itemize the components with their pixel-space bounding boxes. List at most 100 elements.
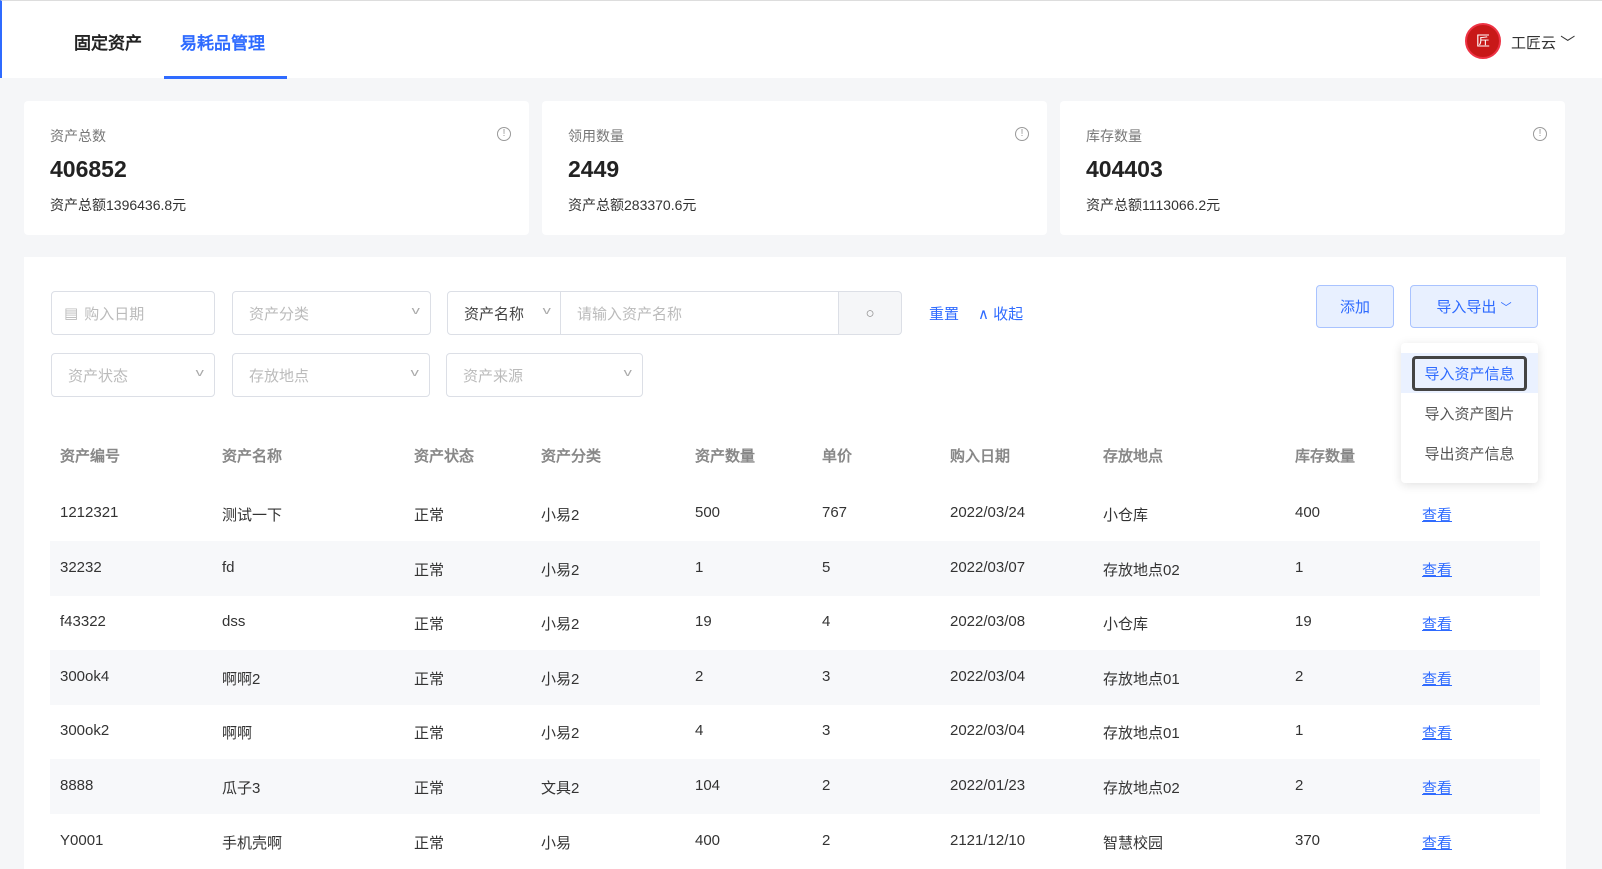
avatar-logo[interactable]: 匠 (1465, 23, 1501, 59)
table-cell: 2022/03/07 (950, 558, 1026, 576)
chevron-down-icon: ﹀ (1500, 301, 1512, 314)
table-row: 32232 fd 正常 小易2 1 5 2022/03/07 存放地点02 1 查看 (50, 540, 1540, 596)
user-name: 工匠云 (1511, 35, 1557, 52)
stat-sub: 资产总额1396436.8元 (50, 197, 187, 213)
user-menu[interactable]: 工匠云 ﹀ (1511, 32, 1575, 53)
location-placeholder: 存放地点 (249, 367, 310, 385)
table-cell: 手机壳啊 (222, 834, 283, 852)
collapse-link[interactable]: ∧ 收起 (978, 303, 1023, 324)
import-export-button[interactable]: 导入导出 ﹀ (1410, 285, 1538, 328)
chevron-down-icon: v (411, 305, 420, 317)
reset-link[interactable]: 重置 (929, 303, 959, 324)
chevron-down-icon: v (542, 305, 551, 317)
tab-consumables[interactable]: 易耗品管理 (180, 29, 265, 54)
table-cell: 104 (695, 777, 721, 794)
search-icon: ○ (865, 304, 875, 322)
stat-value: 404403 (1086, 156, 1163, 182)
source-placeholder: 资产来源 (463, 367, 524, 385)
info-icon[interactable]: ! (497, 127, 511, 141)
table-row: 300ok2 啊啊 正常 小易2 4 3 2022/03/04 存放地点01 1 查看 (50, 704, 1540, 759)
stat-value: 406852 (50, 156, 127, 182)
top-nav: 固定资产 易耗品管理 匠 工匠云 ﹀ (0, 0, 1602, 79)
table-cell: 8888 (60, 777, 94, 794)
calendar-icon: ▤ (64, 305, 79, 322)
source-select[interactable]: 资产来源 v (446, 353, 643, 397)
view-link[interactable]: 查看 (1422, 559, 1452, 580)
table-cell: 1 (1295, 722, 1304, 740)
import-export-label: 导入导出 (1436, 299, 1497, 316)
status-select[interactable]: 资产状态 v (51, 353, 215, 397)
menu-item-import-images[interactable]: 导入资产图片 (1401, 393, 1538, 433)
column-header: 单价 (822, 448, 853, 465)
view-link[interactable]: 查看 (1422, 668, 1452, 689)
info-icon[interactable]: ! (1533, 127, 1547, 141)
menu-item-export-info[interactable]: 导出资产信息 (1401, 433, 1538, 473)
table-cell: 1 (695, 558, 704, 576)
tab-fixed-assets[interactable]: 固定资产 (74, 29, 142, 54)
table-cell: 400 (1295, 504, 1321, 521)
view-link[interactable]: 查看 (1422, 613, 1452, 634)
collapse-label: 收起 (993, 306, 1024, 323)
table-cell: 正常 (414, 616, 445, 634)
date-placeholder: 购入日期 (84, 305, 145, 323)
column-header: 存放地点 (1103, 448, 1164, 465)
table-cell: 存放地点01 (1103, 725, 1180, 743)
table-cell: 500 (695, 504, 721, 521)
search-field-select[interactable]: 资产名称 v (447, 291, 562, 335)
table-cell: 2022/01/23 (950, 777, 1026, 794)
search-field-label: 资产名称 (464, 305, 525, 323)
table-cell: 2 (822, 831, 831, 849)
table-row: f43322 dss 正常 小易2 19 4 2022/03/08 小仓库 19 查看 (50, 595, 1540, 650)
view-link[interactable]: 查看 (1422, 777, 1452, 798)
table-cell: 4 (695, 722, 704, 740)
table-cell: 小易2 (541, 561, 580, 579)
asset-name-input[interactable]: 请输入资产名称 (560, 291, 840, 335)
table-cell: 正常 (414, 561, 445, 579)
category-select[interactable]: 资产分类 v (232, 291, 431, 335)
info-icon[interactable]: ! (1015, 127, 1029, 141)
table-cell: 小仓库 (1103, 616, 1149, 634)
chevron-up-icon: ∧ (978, 306, 994, 323)
table-cell: 存放地点01 (1103, 670, 1180, 688)
table-cell: 小易 (541, 834, 572, 852)
search-button[interactable]: ○ (838, 291, 902, 335)
view-link[interactable]: 查看 (1422, 722, 1452, 743)
table-cell: 2 (695, 667, 704, 685)
chevron-down-icon: v (623, 367, 632, 379)
column-header: 资产状态 (414, 448, 475, 465)
table-cell: 4 (822, 613, 831, 631)
table-row: 1212321 测试一下 正常 小易2 500 767 2022/03/24 小仓库 400 查看 (50, 486, 1540, 541)
table-cell: 小仓库 (1103, 507, 1149, 524)
view-link[interactable]: 查看 (1422, 832, 1452, 853)
table-row: 300ok4 啊啊2 正常 小易2 2 3 2022/03/04 存放地点01 2 查看 (50, 649, 1540, 705)
table-cell: 1 (1295, 558, 1304, 576)
chevron-down-icon: v (410, 367, 419, 379)
table-cell: 正常 (414, 725, 445, 743)
stat-sub: 资产总额283370.6元 (568, 197, 697, 213)
table-cell: 存放地点02 (1103, 561, 1180, 579)
table-cell: 2022/03/24 (950, 504, 1026, 521)
table-cell: 19 (1295, 613, 1312, 631)
stat-card-used: 领用数量 ! 2449 资产总额283370.6元 (542, 101, 1047, 235)
table-cell: 300ok2 (60, 722, 110, 740)
stat-sub: 资产总额1113066.2元 (1086, 197, 1221, 213)
table-cell: 正常 (414, 670, 445, 688)
chevron-down-icon: v (195, 367, 204, 379)
table-cell: 小易2 (541, 616, 580, 634)
purchase-date-picker[interactable]: ▤ 购入日期 (51, 291, 215, 335)
table-cell: 19 (695, 613, 712, 631)
column-header: 资产分类 (541, 448, 602, 465)
table-cell: 存放地点02 (1103, 780, 1180, 797)
view-link[interactable]: 查看 (1422, 504, 1452, 525)
table-cell: 3 (822, 667, 831, 685)
table-cell: 2 (1295, 777, 1304, 794)
location-select[interactable]: 存放地点 v (232, 353, 430, 397)
menu-item-import-info[interactable]: 导入资产信息 (1401, 353, 1538, 393)
table-cell: 767 (822, 504, 848, 521)
table-cell: 正常 (414, 780, 445, 797)
stat-label: 资产总数 (50, 128, 106, 144)
table-cell: 2022/03/04 (950, 667, 1026, 685)
chevron-down-icon: ﹀ (1560, 35, 1576, 52)
table-cell: 瓜子3 (222, 780, 261, 797)
add-button[interactable]: 添加 (1316, 285, 1394, 328)
